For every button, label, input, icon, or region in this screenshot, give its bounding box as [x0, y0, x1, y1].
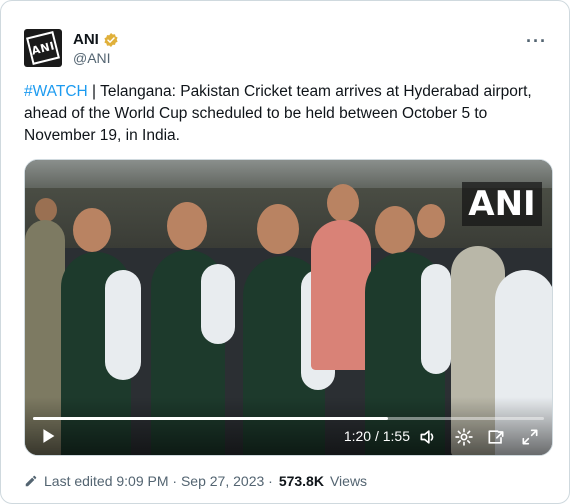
verified-badge-icon: [104, 32, 118, 47]
tweet-body: | Telangana: Pakistan Cricket team arriv…: [24, 83, 532, 144]
avatar[interactable]: ANI: [24, 29, 62, 67]
video-controls: 1:20 / 1:55: [25, 397, 552, 455]
edit-pencil-icon: [25, 475, 37, 487]
video-time: 1:20 / 1:55: [343, 428, 410, 444]
author-name[interactable]: ANI: [73, 31, 99, 48]
progress-fill: [33, 417, 389, 420]
edited-timestamp[interactable]: Last edited 9:09 PM · Sep 27, 2023 ·: [44, 473, 273, 489]
video-player[interactable]: ANI 1:20 / 1:55: [24, 159, 553, 456]
pip-popout-icon[interactable]: [486, 427, 506, 447]
author-block: ANI @ANI: [73, 31, 119, 66]
play-icon[interactable]: [37, 425, 59, 447]
tweet-footer: Last edited 9:09 PM · Sep 27, 2023 · 573…: [24, 473, 367, 489]
volume-icon[interactable]: [418, 427, 438, 447]
more-options-icon[interactable]: ···: [526, 31, 547, 52]
views-count: 573.8K: [278, 473, 324, 489]
author-handle[interactable]: @ANI: [73, 50, 119, 66]
settings-gear-icon[interactable]: [454, 427, 474, 447]
hashtag-link[interactable]: #WATCH: [24, 83, 88, 100]
tweet-text: #WATCH | Telangana: Pakistan Cricket tea…: [24, 81, 554, 147]
fullscreen-icon[interactable]: [520, 427, 540, 447]
tweet-header: ANI ANI @ANI ···: [24, 29, 553, 69]
progress-bar[interactable]: [33, 417, 544, 420]
ani-logo: ANI: [26, 31, 60, 65]
tweet-card: ANI ANI @ANI ··· #WATCH | Telangana: Pak…: [0, 0, 570, 504]
ani-watermark: ANI: [462, 182, 542, 226]
views-label: Views: [329, 473, 368, 489]
avatar-logo-text: ANI: [30, 38, 56, 58]
